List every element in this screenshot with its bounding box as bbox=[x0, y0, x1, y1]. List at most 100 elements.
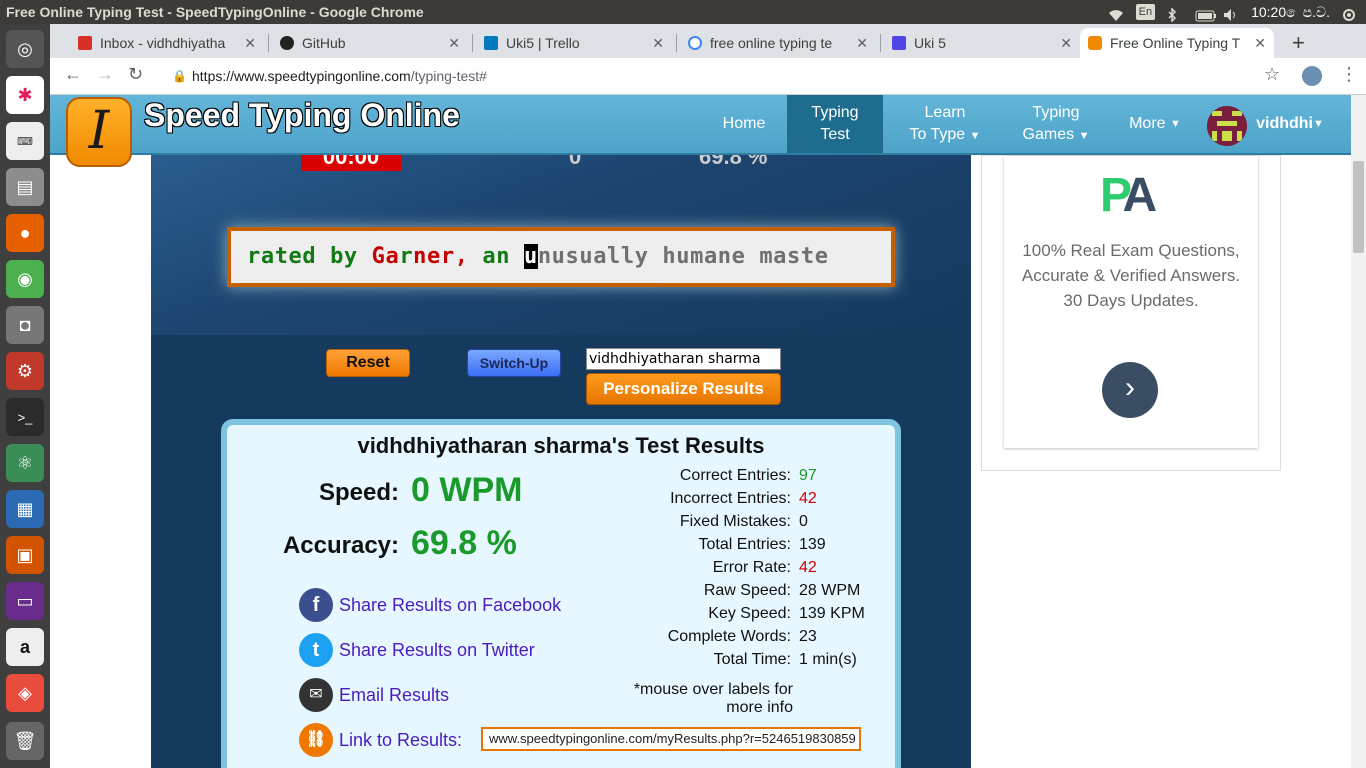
nav-typing-test[interactable]: Typing Test bbox=[787, 95, 883, 153]
close-icon[interactable]: ✕ bbox=[856, 28, 868, 58]
stat-label-words[interactable]: Complete Words: bbox=[571, 628, 791, 646]
software-center-icon[interactable]: ◈ bbox=[6, 674, 44, 712]
speed-value: 0 WPM bbox=[411, 471, 523, 509]
typed-error-text: ner, bbox=[413, 244, 469, 269]
stat-value-words: 23 bbox=[799, 628, 817, 645]
link-icon[interactable]: ⛓ bbox=[299, 723, 333, 757]
user-avatar[interactable] bbox=[1207, 106, 1247, 146]
wifi-icon[interactable] bbox=[1108, 5, 1124, 21]
close-icon[interactable]: ✕ bbox=[448, 28, 460, 58]
accuracy-display: 69.8 % bbox=[699, 155, 768, 171]
stat-label-incorrect[interactable]: Incorrect Entries: bbox=[571, 490, 791, 508]
url-field[interactable]: 🔒 https://www.speedtypingonline.com/typi… bbox=[160, 62, 1340, 90]
accuracy-value-big: 69.8 % bbox=[411, 524, 517, 562]
share-twitter-link[interactable]: Share Results on Twitter bbox=[339, 640, 535, 661]
bluetooth-icon[interactable] bbox=[1167, 5, 1183, 23]
clock[interactable]: 10:20 ෙප.ව. bbox=[1251, 0, 1330, 24]
nav-label-line: Test bbox=[820, 126, 850, 143]
battery-icon[interactable] bbox=[1195, 5, 1217, 22]
chevron-right-icon[interactable]: › bbox=[1102, 362, 1158, 418]
slack-icon[interactable]: ✱ bbox=[6, 76, 44, 114]
share-facebook-link[interactable]: Share Results on Facebook bbox=[339, 595, 561, 616]
tab-trello[interactable]: Uki5 | Trello ✕ bbox=[476, 28, 672, 58]
tab-gmail[interactable]: Inbox - vidhdhiyathа ✕ bbox=[70, 28, 264, 58]
close-icon[interactable]: ✕ bbox=[1060, 28, 1072, 58]
tab-label: GitHub bbox=[302, 35, 346, 51]
forward-arrow-icon[interactable]: → bbox=[96, 64, 114, 85]
lock-icon: 🔒 bbox=[172, 69, 187, 83]
keyboard-icon[interactable]: ⌨ bbox=[6, 122, 44, 160]
terminal-icon[interactable]: >_ bbox=[6, 398, 44, 436]
tab-label: Inbox - vidhdhiyathа bbox=[100, 35, 226, 51]
email-icon[interactable]: ✉ bbox=[299, 678, 333, 712]
personalize-results-button[interactable]: Personalize Results bbox=[586, 373, 781, 405]
settings-icon[interactable]: ⚙ bbox=[6, 352, 44, 390]
nav-learn-to-type[interactable]: Learn To Type ▼ bbox=[902, 95, 988, 153]
camera-icon[interactable]: ◘ bbox=[6, 306, 44, 344]
nav-label-line: Games ▼ bbox=[1023, 124, 1090, 147]
atom-icon[interactable]: ⚛ bbox=[6, 444, 44, 482]
tab-speedtyping[interactable]: Free Online Typing T ✕ bbox=[1080, 28, 1274, 58]
impress-icon[interactable]: ▣ bbox=[6, 536, 44, 574]
nav-more[interactable]: More ▼ bbox=[1122, 95, 1188, 153]
stat-label-time[interactable]: Total Time: bbox=[571, 651, 791, 669]
tab-separator bbox=[268, 34, 269, 52]
tab-google-search[interactable]: free online typing te ✕ bbox=[680, 28, 876, 58]
results-link-field[interactable]: www.speedtypingonline.com/myResults.php?… bbox=[481, 727, 861, 751]
site-logo-text[interactable]: Speed Typing Online bbox=[144, 97, 460, 134]
tab-separator bbox=[880, 34, 881, 52]
new-tab-button[interactable]: + bbox=[1292, 28, 1305, 58]
nav-typing-games[interactable]: Typing Games ▼ bbox=[1016, 95, 1096, 153]
close-icon[interactable]: ✕ bbox=[244, 28, 256, 58]
stat-label-correct[interactable]: Correct Entries: bbox=[571, 467, 791, 485]
tab-github[interactable]: GitHub ✕ bbox=[272, 28, 468, 58]
back-arrow-icon[interactable]: ← bbox=[64, 64, 82, 85]
nav-home[interactable]: Home bbox=[710, 95, 778, 153]
dash-icon[interactable]: ◎ bbox=[6, 30, 44, 68]
nav-user-menu[interactable]: vidhdhi ▼ bbox=[1255, 95, 1325, 153]
volume-icon[interactable] bbox=[1223, 5, 1239, 21]
screen-icon[interactable]: ▭ bbox=[6, 582, 44, 620]
bookmark-star-icon[interactable]: ☆ bbox=[1264, 64, 1280, 85]
ad-card[interactable]: PA 100% Real Exam Questions, Accurate & … bbox=[1004, 156, 1258, 448]
writer-icon[interactable]: ▦ bbox=[6, 490, 44, 528]
tab-separator bbox=[472, 34, 473, 52]
nav-label-line: Typing bbox=[1032, 103, 1080, 121]
profile-avatar[interactable] bbox=[1302, 66, 1322, 86]
reload-icon[interactable]: ↻ bbox=[128, 64, 143, 85]
github-icon bbox=[280, 36, 294, 50]
facebook-icon[interactable]: f bbox=[299, 588, 333, 622]
trash-icon[interactable]: 🗑 bbox=[6, 722, 44, 760]
reset-button[interactable]: Reset bbox=[326, 349, 410, 377]
tab-uki5[interactable]: Uki 5 ✕ bbox=[884, 28, 1080, 58]
stat-label-key-speed[interactable]: Key Speed: bbox=[571, 605, 791, 623]
page-scrollbar[interactable] bbox=[1351, 95, 1366, 768]
firefox-icon[interactable]: ● bbox=[6, 214, 44, 252]
menu-dots-icon[interactable]: ⋮ bbox=[1340, 64, 1358, 85]
switch-up-button[interactable]: Switch-Up bbox=[467, 349, 561, 377]
amazon-icon[interactable]: a bbox=[6, 628, 44, 666]
typed-correct-text: an bbox=[468, 244, 524, 269]
chrome-icon[interactable]: ◉ bbox=[6, 260, 44, 298]
keyboard-layout-indicator[interactable]: En bbox=[1135, 4, 1156, 20]
twitter-icon[interactable]: t bbox=[299, 633, 333, 667]
name-input[interactable]: vidhdhiyatharan sharma bbox=[586, 348, 781, 370]
caret-down-icon: ▼ bbox=[1170, 118, 1181, 130]
stat-label-fixed[interactable]: Fixed Mistakes: bbox=[571, 513, 791, 531]
ad-description: 100% Real Exam Questions, Accurate & Ver… bbox=[1021, 241, 1241, 310]
gear-icon[interactable] bbox=[1342, 5, 1358, 21]
email-results-link[interactable]: Email Results bbox=[339, 685, 449, 706]
stat-label-error-rate[interactable]: Error Rate: bbox=[571, 559, 791, 577]
close-icon[interactable]: ✕ bbox=[652, 28, 664, 58]
typing-text-box[interactable]: rated by Garner, an unusually humane mas… bbox=[227, 227, 895, 287]
stat-value-raw-speed: 28 WPM bbox=[799, 582, 861, 599]
window-title: Free Online Typing Test - SpeedTypingOnl… bbox=[6, 4, 424, 20]
site-logo-icon[interactable]: I bbox=[66, 97, 132, 167]
close-icon[interactable]: ✕ bbox=[1254, 28, 1266, 58]
typed-error-text: Ga bbox=[371, 244, 400, 269]
nav-label-line: To Type ▼ bbox=[909, 124, 980, 147]
stat-label-raw-speed[interactable]: Raw Speed: bbox=[571, 582, 791, 600]
stat-label-total[interactable]: Total Entries: bbox=[571, 536, 791, 554]
scrollbar-thumb[interactable] bbox=[1353, 161, 1364, 253]
files-icon[interactable]: ▤ bbox=[6, 168, 44, 206]
